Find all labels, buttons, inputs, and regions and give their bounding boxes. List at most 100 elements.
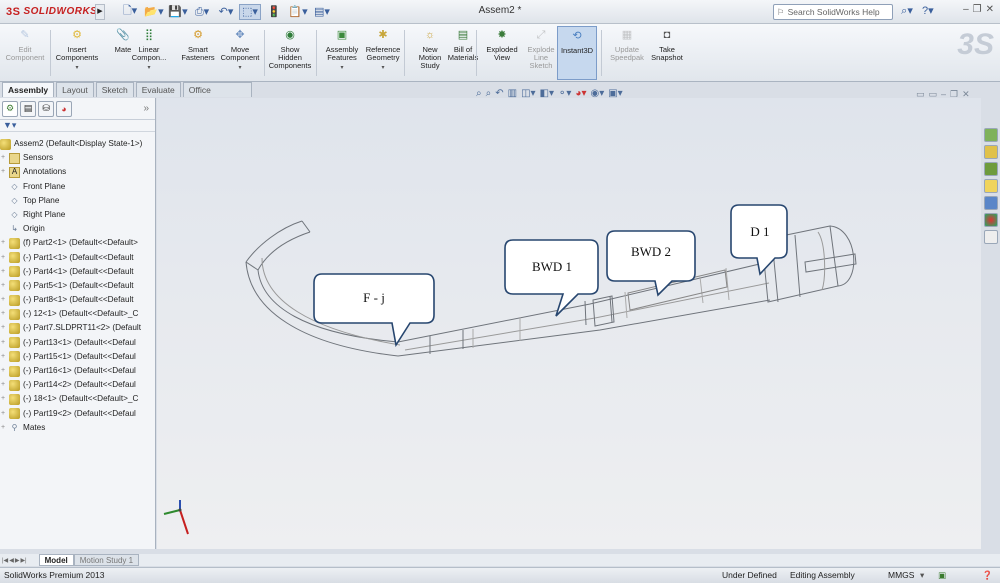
first-tab-icon[interactable]: |◀: [2, 557, 8, 564]
hide-show-items-icon[interactable]: ⚬▾: [558, 88, 571, 99]
tab-layout[interactable]: Layout: [56, 82, 94, 97]
zoom-area-icon[interactable]: ⌕: [486, 88, 492, 99]
panel-expand-icon[interactable]: »: [143, 103, 149, 114]
tree-item-part[interactable]: + (f) Part2<1> (Default<<Default>: [0, 236, 155, 250]
move-component-button[interactable]: ✥ Move Component ▾: [218, 26, 262, 72]
section-view-icon[interactable]: ▥: [508, 88, 517, 99]
expand-icon[interactable]: +: [0, 265, 6, 279]
tab-sketch[interactable]: Sketch: [95, 82, 134, 97]
expand-icon[interactable]: +: [0, 307, 6, 321]
tree-item-part[interactable]: + (-) Part7.SLDPRT11<2> (Default: [0, 321, 155, 335]
open-icon[interactable]: 📂▾: [143, 4, 165, 20]
tab-evaluate[interactable]: Evaluate: [135, 82, 181, 97]
help-icon[interactable]: ?▾: [922, 4, 934, 17]
configuration-manager-tab-icon[interactable]: ⛁: [38, 100, 54, 117]
help-status-icon[interactable]: ❓: [982, 568, 993, 583]
reference-geometry-button[interactable]: ✱ Reference Geometry ▾: [361, 26, 405, 72]
viewport-split-icon[interactable]: ▭: [916, 89, 925, 100]
appearances-icon[interactable]: [984, 213, 998, 227]
tree-item-folder[interactable]: + Sensors: [0, 151, 155, 165]
solidworks-logo[interactable]: 3S SOLIDWORKS: [0, 6, 97, 18]
assembly-features-button[interactable]: ▣ Assembly Features ▾: [320, 26, 364, 72]
expand-icon[interactable]: +: [0, 407, 6, 421]
tree-item-mates[interactable]: + ⚲ Mates: [0, 421, 155, 435]
search-results-icon[interactable]: [984, 179, 998, 193]
expand-icon[interactable]: +: [0, 321, 6, 335]
design-library-icon[interactable]: [984, 145, 998, 159]
view-orientation-icon[interactable]: ◫▾: [521, 88, 535, 99]
tree-item-annotation[interactable]: + A Annotations: [0, 165, 155, 179]
options-icon[interactable]: ▤▾: [311, 4, 333, 20]
tree-item-part[interactable]: + (-) Part19<2> (Default<<Defaul: [0, 407, 155, 421]
expand-icon[interactable]: +: [0, 165, 6, 179]
chevron-down-icon[interactable]: ▾: [340, 64, 343, 72]
expand-icon[interactable]: +: [0, 279, 6, 293]
tree-root[interactable]: Assem2 (Default<Display State-1>): [0, 137, 155, 151]
expand-icon[interactable]: +: [0, 251, 6, 265]
viewport-close-icon[interactable]: ✕: [962, 89, 970, 100]
expand-icon[interactable]: +: [0, 336, 6, 350]
search-help-field[interactable]: ⚐ Search SolidWorks Help: [773, 4, 893, 20]
tree-item-part[interactable]: + (-) Part8<1> (Default<<Default: [0, 293, 155, 307]
chevron-down-icon[interactable]: ▾: [75, 64, 78, 72]
feature-tree-tab-icon[interactable]: ⚙: [2, 100, 18, 117]
show-hidden-button[interactable]: ◉ Show Hidden Components: [268, 26, 312, 70]
prev-tab-icon[interactable]: ◀: [9, 557, 14, 564]
chevron-down-icon[interactable]: ▾: [381, 64, 384, 72]
tree-item-plane[interactable]: ◇ Top Plane: [0, 194, 155, 208]
print-icon[interactable]: ⎙▾: [191, 4, 213, 20]
expand-icon[interactable]: +: [0, 151, 6, 165]
last-tab-icon[interactable]: ▶|: [20, 557, 26, 564]
take-snapshot-button[interactable]: ◘ Take Snapshot: [645, 26, 689, 62]
smart-fasteners-button[interactable]: ⚙ Smart Fasteners: [176, 26, 220, 62]
expand-icon[interactable]: +: [0, 421, 6, 435]
close-icon[interactable]: ✕: [986, 4, 994, 15]
property-manager-tab-icon[interactable]: ▤: [20, 100, 36, 117]
tree-item-part[interactable]: + (-) Part14<2> (Default<<Defaul: [0, 378, 155, 392]
tree-item-part[interactable]: + (-) 12<1> (Default<<Default>_C: [0, 307, 155, 321]
filter-icon[interactable]: ▼▾: [0, 120, 155, 132]
apply-scene-icon[interactable]: ◉▾: [590, 88, 604, 99]
chevron-down-icon[interactable]: ▾: [147, 64, 150, 72]
file-properties-icon[interactable]: 📋▾: [287, 4, 309, 20]
tree-item-part[interactable]: + (-) Part16<1> (Default<<Defaul: [0, 364, 155, 378]
tree-item-part[interactable]: + (-) 18<1> (Default<<Default>_C: [0, 392, 155, 406]
linear-component-button[interactable]: ⣿ Linear Compon... ▾: [127, 26, 171, 72]
graphics-area[interactable]: [157, 98, 981, 549]
next-tab-icon[interactable]: ▶: [15, 557, 20, 564]
tree-item-plane[interactable]: ◇ Right Plane: [0, 208, 155, 222]
expand-icon[interactable]: +: [0, 392, 6, 406]
chevron-down-icon[interactable]: ▾: [238, 64, 241, 72]
previous-view-icon[interactable]: ↶: [495, 88, 503, 99]
units-selector[interactable]: MMGS: [888, 568, 914, 583]
display-manager-tab-icon[interactable]: ◕: [56, 100, 72, 117]
select-icon[interactable]: ⬚▾: [239, 3, 261, 20]
custom-properties-icon[interactable]: [984, 230, 998, 244]
viewport-tile-icon[interactable]: ▭: [929, 89, 938, 100]
insert-components-button[interactable]: ⚙ Insert Components ▾: [55, 26, 99, 72]
expand-icon[interactable]: +: [0, 350, 6, 364]
tab-assembly[interactable]: Assembly: [2, 82, 55, 97]
edit-component-button[interactable]: ✎ Edit Component: [3, 26, 47, 62]
display-style-icon[interactable]: ◧▾: [540, 88, 554, 99]
minimize-icon[interactable]: –: [963, 4, 969, 15]
save-icon[interactable]: 💾▾: [167, 4, 189, 20]
tree-item-plane[interactable]: ◇ Front Plane: [0, 180, 155, 194]
tab-motion-study[interactable]: Motion Study 1: [73, 554, 140, 566]
bill-of-materials-button[interactable]: ▤ Bill of Materials: [441, 26, 485, 62]
tree-item-origin[interactable]: ↳ Origin: [0, 222, 155, 236]
rebuild-status-icon[interactable]: ▣: [938, 568, 946, 583]
expand-icon[interactable]: +: [0, 364, 6, 378]
new-icon[interactable]: 🗋▾: [119, 4, 141, 20]
expand-icon[interactable]: +: [0, 378, 6, 392]
resources-icon[interactable]: [984, 128, 998, 142]
file-explorer-icon[interactable]: [984, 162, 998, 176]
instant3d-button[interactable]: ⟲ Instant3D: [557, 26, 597, 80]
tree-item-part[interactable]: + (-) Part13<1> (Default<<Defaul: [0, 336, 155, 350]
view-settings-icon[interactable]: ▣▾: [608, 88, 622, 99]
tree-item-part[interactable]: + (-) Part1<1> (Default<<Default: [0, 251, 155, 265]
tree-item-part[interactable]: + (-) Part5<1> (Default<<Default: [0, 279, 155, 293]
zoom-to-fit-icon[interactable]: ⌕: [476, 88, 482, 99]
units-dropdown-icon[interactable]: ▾: [920, 568, 924, 583]
menu-expand-button[interactable]: ▶: [95, 3, 105, 20]
